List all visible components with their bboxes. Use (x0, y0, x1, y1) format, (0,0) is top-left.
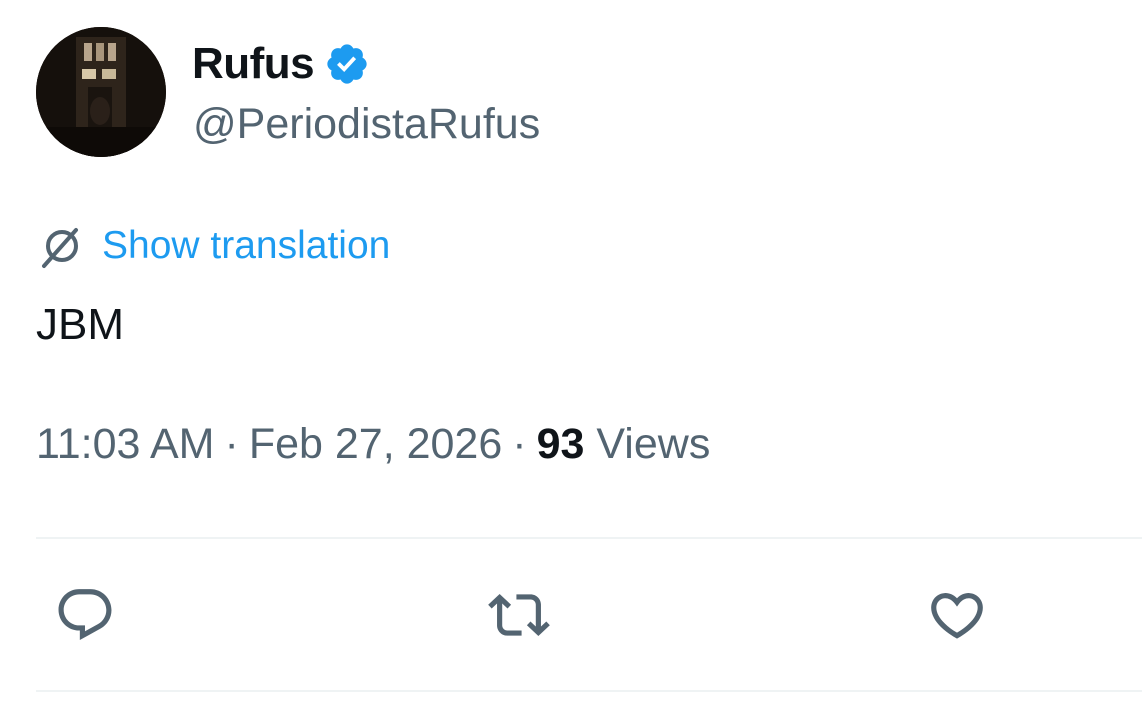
display-name[interactable]: Rufus (192, 39, 315, 89)
reply-icon (58, 589, 112, 641)
tweet-date[interactable]: Feb 27, 2026 (249, 420, 502, 468)
divider (36, 690, 1142, 692)
display-name-row: Rufus (192, 36, 370, 92)
heart-icon (931, 593, 983, 639)
tweet-meta: 11:03 AM · Feb 27, 2026 · 93 Views (36, 420, 710, 469)
retweet-icon (488, 594, 550, 636)
tweet-time[interactable]: 11:03 AM (36, 420, 215, 468)
like-button[interactable] (924, 582, 990, 648)
tweet-text: JBM (36, 300, 124, 349)
translate-icon (36, 220, 88, 272)
views-label: Views (596, 420, 711, 468)
show-translation-link[interactable]: Show translation (102, 224, 390, 268)
user-handle[interactable]: @PeriodistaRufus (193, 100, 540, 149)
divider (36, 537, 1142, 539)
views-count: 93 (536, 420, 585, 468)
profile-avatar[interactable] (36, 27, 166, 157)
avatar-image (36, 27, 166, 157)
show-translation-button[interactable]: Show translation (36, 218, 390, 274)
tweet-card: Rufus @PeriodistaRufus Show translation … (0, 0, 1142, 710)
retweet-button[interactable] (486, 582, 552, 648)
reply-button[interactable] (52, 582, 118, 648)
meta-separator: · (512, 420, 527, 468)
meta-separator: · (224, 420, 239, 468)
verified-badge-icon (324, 41, 370, 87)
